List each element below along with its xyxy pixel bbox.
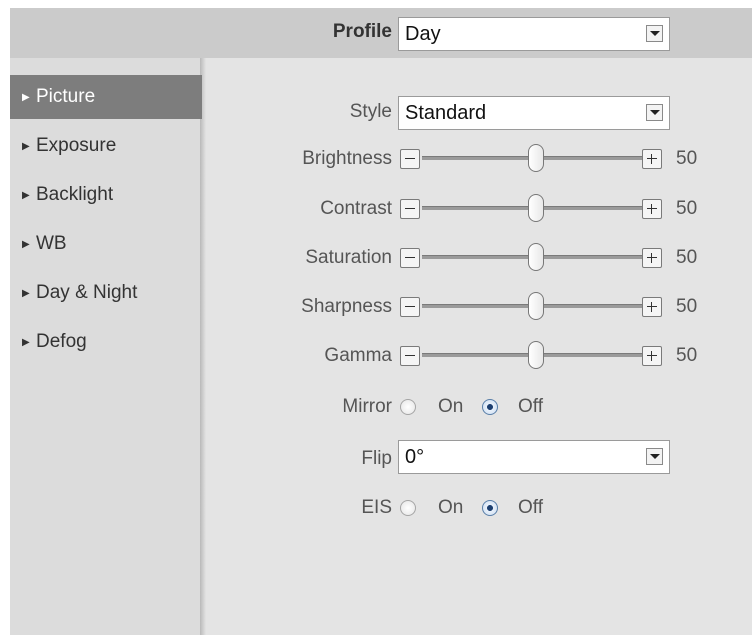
contrast-plus-button[interactable] — [642, 199, 662, 219]
brightness-label: Brightness — [302, 148, 392, 169]
caret-right-icon: ▶ — [22, 336, 30, 348]
brightness-slider-handle[interactable] — [528, 144, 544, 172]
brightness-value: 50 — [676, 148, 698, 169]
eis-off-label: Off — [518, 497, 543, 518]
dropdown-arrow-icon[interactable] — [646, 104, 663, 121]
saturation-value: 50 — [676, 247, 698, 268]
flip-select-value: 0° — [405, 446, 425, 468]
style-select[interactable]: Standard — [398, 96, 670, 130]
gamma-value: 50 — [676, 345, 698, 366]
dropdown-arrow-icon[interactable] — [646, 448, 663, 465]
sharpness-label: Sharpness — [301, 296, 392, 317]
mirror-on-label: On — [438, 396, 464, 417]
sharpness-slider-handle[interactable] — [528, 292, 544, 320]
caret-right-icon: ▶ — [22, 238, 30, 250]
sidebar-item-wb[interactable]: ▶ WB — [10, 222, 202, 266]
sharpness-value: 50 — [676, 296, 698, 317]
sharpness-minus-button[interactable] — [400, 297, 420, 317]
sidebar-item-exposure[interactable]: ▶ Exposure — [10, 124, 202, 168]
sharpness-plus-button[interactable] — [642, 297, 662, 317]
sidebar-item-label: Exposure — [36, 135, 117, 156]
eis-off-radio[interactable] — [482, 500, 498, 516]
gamma-plus-button[interactable] — [642, 346, 662, 366]
gamma-slider-handle[interactable] — [528, 341, 544, 369]
contrast-minus-button[interactable] — [400, 199, 420, 219]
style-label: Style — [349, 101, 392, 122]
eis-on-label: On — [438, 497, 464, 518]
mirror-off-radio[interactable] — [482, 399, 498, 415]
sidebar-item-label: Day & Night — [36, 282, 138, 303]
profile-select-value: Day — [405, 23, 441, 45]
flip-label: Flip — [361, 448, 392, 469]
saturation-plus-button[interactable] — [642, 248, 662, 268]
style-select-value: Standard — [405, 102, 487, 124]
eis-label: EIS — [361, 497, 392, 518]
sidebar-item-defog[interactable]: ▶ Defog — [10, 320, 202, 364]
dropdown-arrow-icon[interactable] — [646, 25, 663, 42]
image-settings-panel: Profile Day ▶ Picture ▶ Exposure ▶ Backl… — [0, 0, 753, 635]
mirror-label: Mirror — [342, 396, 392, 417]
sidebar-item-label: WB — [36, 233, 67, 254]
saturation-minus-button[interactable] — [400, 248, 420, 268]
sidebar-item-day-night[interactable]: ▶ Day & Night — [10, 271, 202, 315]
sidebar-item-label: Picture — [36, 86, 96, 107]
brightness-plus-button[interactable] — [642, 149, 662, 169]
sidebar-item-label: Backlight — [36, 184, 114, 205]
contrast-label: Contrast — [320, 198, 392, 219]
contrast-value: 50 — [676, 198, 698, 219]
caret-right-icon: ▶ — [22, 189, 30, 201]
sidebar-item-backlight[interactable]: ▶ Backlight — [10, 173, 202, 217]
sidebar-item-picture[interactable]: ▶ Picture — [10, 75, 202, 119]
saturation-slider-handle[interactable] — [528, 243, 544, 271]
mirror-off-label: Off — [518, 396, 543, 417]
gamma-minus-button[interactable] — [400, 346, 420, 366]
flip-select[interactable]: 0° — [398, 440, 670, 474]
contrast-slider-handle[interactable] — [528, 194, 544, 222]
brightness-minus-button[interactable] — [400, 149, 420, 169]
profile-label: Profile — [332, 21, 392, 42]
caret-right-icon: ▶ — [22, 287, 30, 299]
eis-on-radio[interactable] — [400, 500, 416, 516]
profile-select[interactable]: Day — [398, 17, 670, 51]
mirror-on-radio[interactable] — [400, 399, 416, 415]
sidebar-item-label: Defog — [36, 331, 87, 352]
caret-right-icon: ▶ — [22, 140, 30, 152]
caret-right-icon: ▶ — [22, 91, 30, 103]
saturation-label: Saturation — [305, 247, 392, 268]
gamma-label: Gamma — [324, 345, 392, 366]
